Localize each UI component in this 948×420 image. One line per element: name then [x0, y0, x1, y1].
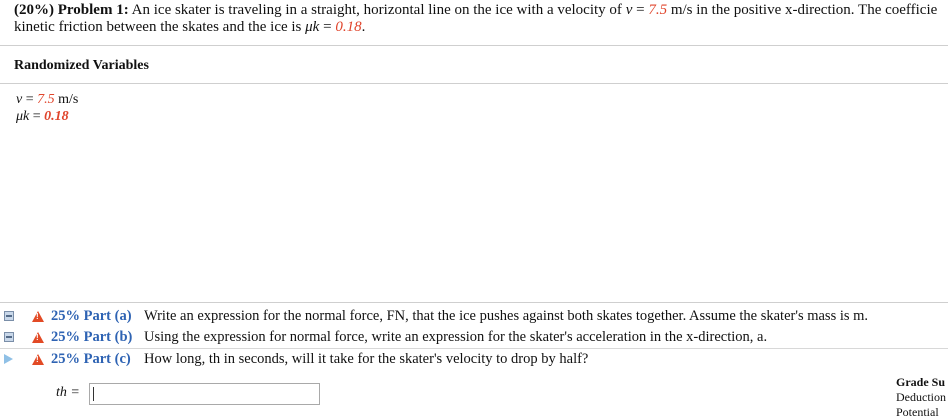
problem-percent: (20%)	[14, 2, 54, 18]
mu-value: 0.18	[335, 19, 362, 35]
part-c-text: How long, th in seconds, will it take fo…	[144, 351, 589, 367]
play-triangle-icon[interactable]	[4, 354, 13, 364]
divider	[0, 83, 948, 84]
warning-triangle-icon: !	[32, 332, 44, 343]
randomized-variables-title: Randomized Variables	[14, 58, 149, 73]
problem-text-1: An ice skater is traveling in a straight…	[131, 2, 622, 18]
minus-box-icon[interactable]	[4, 332, 14, 342]
problem-number: Problem 1:	[57, 2, 129, 18]
part-b-label[interactable]: 25% Part (b)	[51, 327, 132, 348]
grade-summary-title: Grade Su	[896, 375, 946, 389]
grade-deduction: Deduction	[896, 390, 946, 404]
part-b-row[interactable]: ! 25% Part (b) Using the expression for …	[0, 327, 948, 348]
answer-label: th =	[56, 385, 80, 400]
period: .	[361, 19, 366, 35]
part-a-row[interactable]: ! 25% Part (a) Write an expression for t…	[0, 306, 948, 327]
rv-v-unit: m/s	[54, 92, 79, 107]
rv-velocity: v = 7.5 m/s	[16, 92, 78, 108]
warning-triangle-icon: !	[32, 354, 44, 365]
v-value: 7.5	[648, 2, 668, 18]
rv-mu-value: 0.18	[44, 109, 69, 124]
rv-mu-symbol: μk	[16, 109, 30, 124]
equals-sign: =	[632, 2, 649, 18]
divider	[0, 302, 948, 303]
part-a-text: Write an expression for the normal force…	[144, 308, 869, 324]
rv-equals-2: =	[29, 109, 45, 124]
part-c-row[interactable]: ! 25% Part (c) How long, th in seconds, …	[0, 348, 948, 370]
warning-triangle-icon: !	[32, 311, 44, 322]
rv-equals: =	[22, 92, 38, 107]
equals-sign-2: =	[319, 19, 336, 35]
part-b-text: Using the expression for normal force, w…	[144, 329, 768, 345]
mu-symbol: μk	[305, 19, 320, 35]
problem-statement: (20%) Problem 1: An ice skater is travel…	[14, 2, 948, 36]
problem-text-2: kinetic friction between the skates and …	[14, 19, 302, 35]
grade-summary-panel: Grade Su Deduction Potential	[896, 375, 946, 420]
rv-friction: μk = 0.18	[16, 109, 69, 125]
divider	[0, 45, 948, 46]
grade-potential: Potential	[896, 405, 939, 419]
v-unit-text: m/s in the positive x-direction. The coe…	[667, 2, 938, 18]
rv-v-value: 7.5	[37, 92, 55, 107]
minus-box-icon[interactable]	[4, 311, 14, 321]
part-c-label[interactable]: 25% Part (c)	[51, 349, 131, 370]
part-a-label[interactable]: 25% Part (a)	[51, 306, 132, 327]
answer-input[interactable]	[89, 383, 320, 405]
